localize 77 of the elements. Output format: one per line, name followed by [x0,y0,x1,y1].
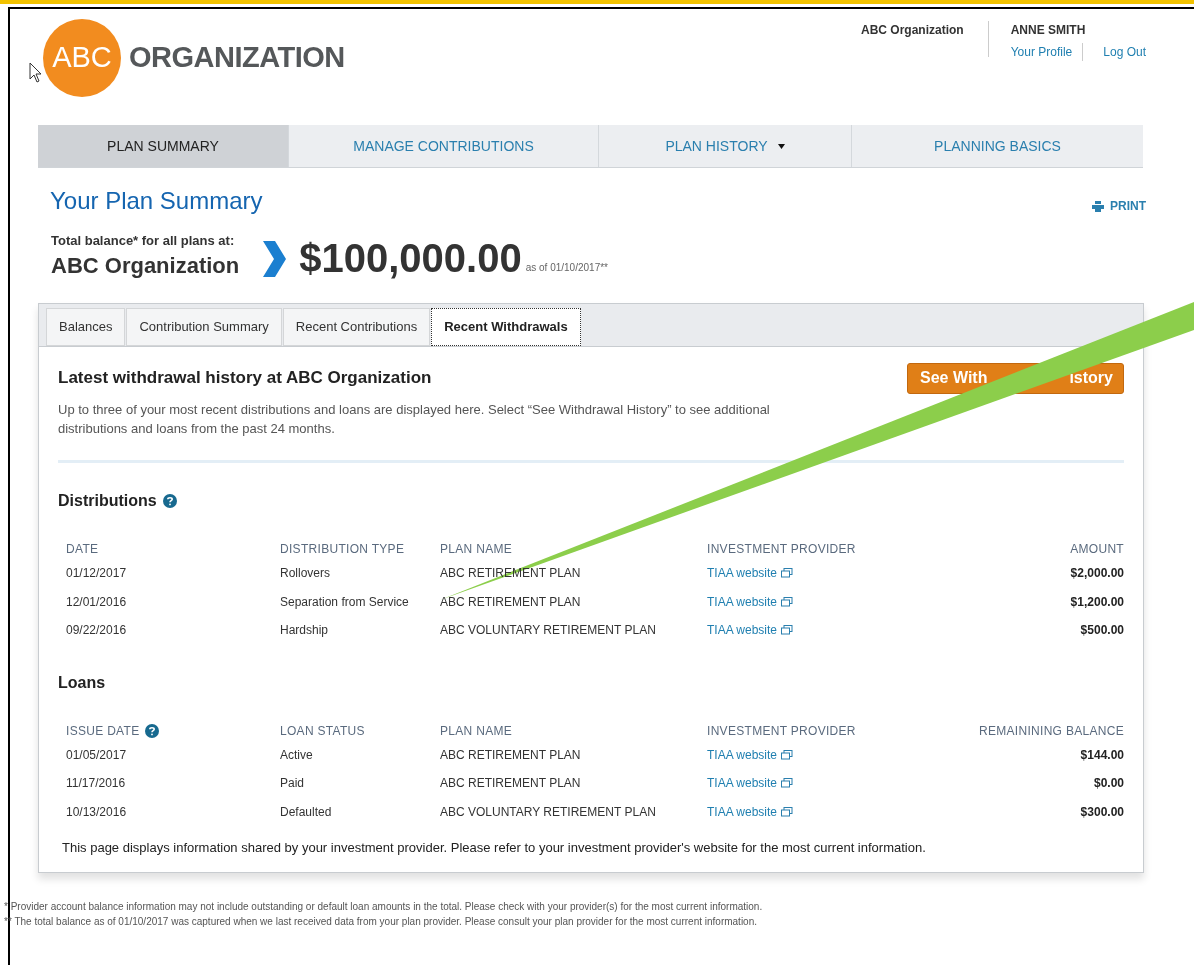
table-cell-text: Hardship [280,622,329,640]
table-cell-text: ABC VOLUNTARY RETIREMENT PLAN [440,803,656,821]
logo-text: ORGANIZATION [129,40,345,76]
table-cell-text: ABC VOLUNTARY RETIREMENT PLAN [440,622,656,640]
column-header: PLAN NAME [440,722,513,740]
panel-title: Latest withdrawal history at ABC Organization [58,366,433,389]
column-header: INVESTMENT PROVIDER [707,722,856,740]
provider-link[interactable]: TIAA website [707,745,778,764]
external-link-icon [781,596,794,607]
nav-tab[interactable]: PLAN SUMMARY [38,125,288,167]
amount-cell-text: $500.00 [1080,622,1124,640]
table-cell-text: 01/12/2017 [66,565,127,583]
column-header: AMOUNT [1070,541,1124,558]
column-header: DATE [66,541,99,558]
amount-cell-text: $0.00 [1093,775,1124,793]
provider-link[interactable]: TIAA website [707,564,778,583]
table-cell-text: 01/05/2017 [66,746,127,764]
table-cell-text: ABC RETIREMENT PLAN [440,593,581,611]
column-header: INVESTMENT PROVIDER [707,541,856,558]
external-link-icon [781,625,794,636]
table-cell-text: 09/22/2016 [66,622,127,640]
section-title: Distributions [58,491,157,511]
external-link-icon [781,749,794,760]
caret-icon [777,143,785,149]
user-name: ANNE SMITH [1010,22,1087,39]
cursor-icon [29,62,43,84]
column-header: REMAININING BALANCE [978,722,1124,740]
header-link[interactable]: Log Out [1082,43,1146,61]
column-header: LOAN STATUS [280,722,365,740]
table-cell-text: Defaulted [280,803,332,821]
external-link-icon [781,778,794,789]
nav-tab[interactable]: PLANNING BASICS [851,125,1143,167]
column-header: DISTRIBUTION TYPE [280,541,405,558]
panel-tab[interactable]: Contribution Summary [126,307,282,346]
table-cell-text: ABC RETIREMENT PLAN [440,746,581,764]
column-header: ISSUE DATE [66,722,140,740]
amount-cell-text: $144.00 [1080,746,1124,764]
nav-tab[interactable]: PLAN HISTORY [598,125,851,167]
header-link[interactable]: Your Profile [1010,43,1083,61]
print-button[interactable]: PRINT [1092,197,1146,215]
balance-amount: $100,000.00 [299,234,522,281]
external-link-icon [781,568,794,579]
table-cell-text: Rollovers [280,565,330,583]
footnote: ** The total balance as of 01/10/2017 was captured when we last received data from your plan provider. Please consult your plan provider for the most current information. [4,914,758,929]
table-cell-text: Separation from Service [280,593,409,611]
table-cell-text: 12/01/2016 [66,593,127,611]
table-cell-text: Active [280,746,313,764]
page-title: Your Plan Summary [50,186,263,216]
help-icon[interactable] [145,723,160,738]
amount-cell-text: $2,000.00 [1070,565,1124,583]
table-cell-text: ABC RETIREMENT PLAN [440,775,581,793]
printer-icon [1092,200,1104,212]
organization-name: ABC Organization [861,22,965,39]
provider-note: This page displays information shared by your investment provider. Please refer to your investment provider's website for the most current information. [62,839,927,857]
provider-link[interactable]: TIAA website [707,774,778,793]
balance-organization: ABC Organization [51,251,240,280]
as-of-date: as of 01/10/2017** [525,260,608,275]
chevron-icon [261,238,288,279]
help-icon[interactable] [162,494,177,508]
amount-cell-text: $1,200.00 [1070,593,1124,611]
nav-tab[interactable]: MANAGE CONTRIBUTIONS [288,125,598,167]
footnote: * Provider account balance information may not include outstanding or default loan amounts in the total. Please check with your provider(s) for the most current information. [4,899,764,914]
table-cell-text: Paid [280,775,305,793]
panel-tab[interactable]: Recent Contributions [282,307,431,346]
panel-description: Up to three of your most recent distributions and loans are displayed here. Select “See Withdrawal History” to see additional distributions and loans from the past 24 months. [58,401,771,438]
provider-link[interactable]: TIAA website [707,621,778,640]
panel-tab[interactable]: Balances [46,307,126,346]
panel-tab[interactable]: Recent Withdrawals [431,307,581,346]
provider-link[interactable]: TIAA website [707,592,778,611]
column-header: PLAN NAME [440,541,513,558]
section-title: Loans [58,672,106,693]
provider-link[interactable]: TIAA website [707,802,778,821]
table-cell-text: 11/17/2016 [66,775,126,793]
table-cell-text: 10/13/2016 [66,803,127,821]
balance-label: Total balance* for all plans at: [51,232,236,250]
external-link-icon [781,806,794,817]
amount-cell-text: $300.00 [1080,803,1124,821]
